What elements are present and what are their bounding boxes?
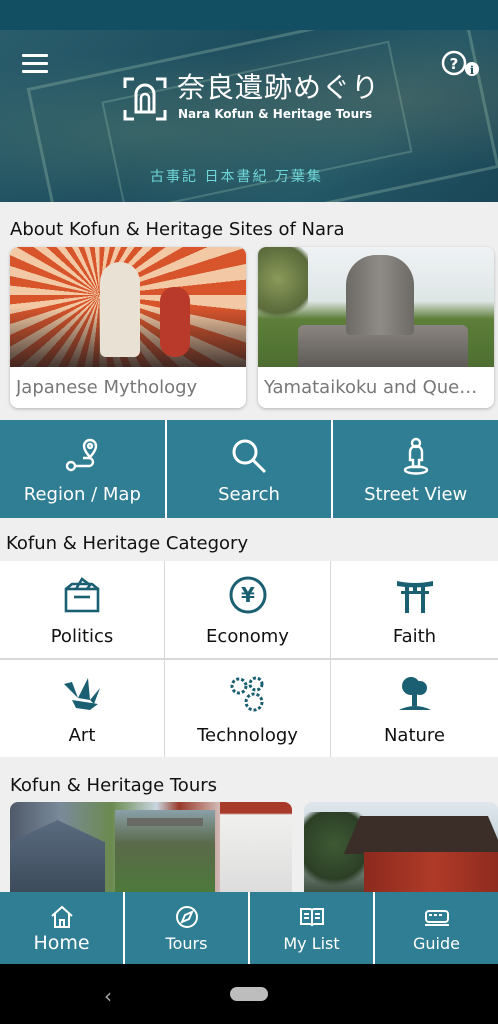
category-technology[interactable]: Technology [165,660,330,757]
category-faith[interactable]: Faith [331,561,498,658]
tab-label: Guide [413,934,460,953]
category-grid: Politics ¥ Economy Faith Art Technology … [0,561,498,757]
svg-text:?: ? [450,55,459,73]
region-map-label: Region / Map [23,484,141,505]
category-label: Economy [206,626,289,647]
tour-card[interactable] [10,802,292,894]
tours-compass-icon [174,904,200,930]
tours-section-title: Kofun & Heritage Tours [10,775,218,796]
region-map-button[interactable]: Region / Map [0,420,165,518]
street-view-label: Street View [364,484,468,505]
mythology-image [10,247,246,367]
about-card-yamataikoku[interactable]: Yamataikoku and Queen Himiko [258,247,494,408]
yen-coin-icon: ¥ [228,575,268,615]
bottom-tab-bar: Home Tours My List Guide [0,892,498,964]
search-label: Search [218,484,280,505]
tab-guide[interactable]: Guide [375,892,498,964]
logo-title-jp: 奈良遺跡めぐり [177,71,381,104]
torii-gate-icon [395,575,435,615]
logo-subtitle: 古事記 日本書紀 万葉集 [150,169,323,185]
category-label: Technology [197,725,298,746]
app-logo: 奈良遺跡めぐり Nara Kofun & Heritage Tours [122,72,382,126]
street-view-person-icon [396,436,436,476]
category-label: Faith [392,626,437,647]
about-section-title: About Kofun & Heritage Sites of Nara [10,219,345,240]
header-banner: ? i 奈良遺跡めぐり Nara Kofun & Heritage Tours … [0,30,498,202]
tab-tours[interactable]: Tours [125,892,248,964]
search-icon [229,436,269,476]
train-icon [424,904,450,930]
svg-text:¥: ¥ [241,583,255,607]
tab-my-list[interactable]: My List [250,892,373,964]
status-bar [0,0,498,30]
home-pill-icon[interactable] [230,987,268,1001]
monument-image [258,247,494,367]
category-politics[interactable]: Politics [0,561,164,658]
about-card-label: Japanese Mythology [16,377,198,398]
category-label: Politics [50,626,114,647]
tab-label: Tours [165,934,208,953]
search-button[interactable]: Search [166,420,332,518]
category-label: Art [68,725,96,746]
help-info-icon[interactable]: ? i [440,50,484,80]
book-icon [299,904,325,930]
quick-nav: Region / Map Search Street View [0,420,498,518]
about-card-label: Yamataikoku and Queen Himiko [264,377,488,398]
origami-crane-icon [62,674,102,714]
tree-icon [395,674,435,714]
tab-label: Home [33,932,90,954]
category-section-title: Kofun & Heritage Category [6,533,249,554]
gears-icon [228,674,268,714]
tab-home[interactable]: Home [0,892,123,964]
street-view-button[interactable]: Street View [333,420,498,518]
about-card-mythology[interactable]: Japanese Mythology [10,247,246,408]
hamburger-menu-icon[interactable] [22,54,48,76]
logo-title-en: Nara Kofun & Heritage Tours [178,107,373,121]
tour-card[interactable] [304,802,498,894]
category-label: Nature [383,725,446,746]
route-map-icon [62,436,102,476]
back-chevron-icon[interactable]: ‹ [104,984,112,1008]
home-icon [49,904,75,930]
category-art[interactable]: Art [0,660,164,757]
ballot-box-icon [62,575,102,615]
category-nature[interactable]: Nature [331,660,498,757]
system-navigation-bar: ‹ [0,964,498,1024]
tab-label: My List [283,934,340,953]
svg-text:i: i [470,64,474,77]
category-economy[interactable]: ¥ Economy [165,561,330,658]
logo-mark-icon [122,76,168,122]
